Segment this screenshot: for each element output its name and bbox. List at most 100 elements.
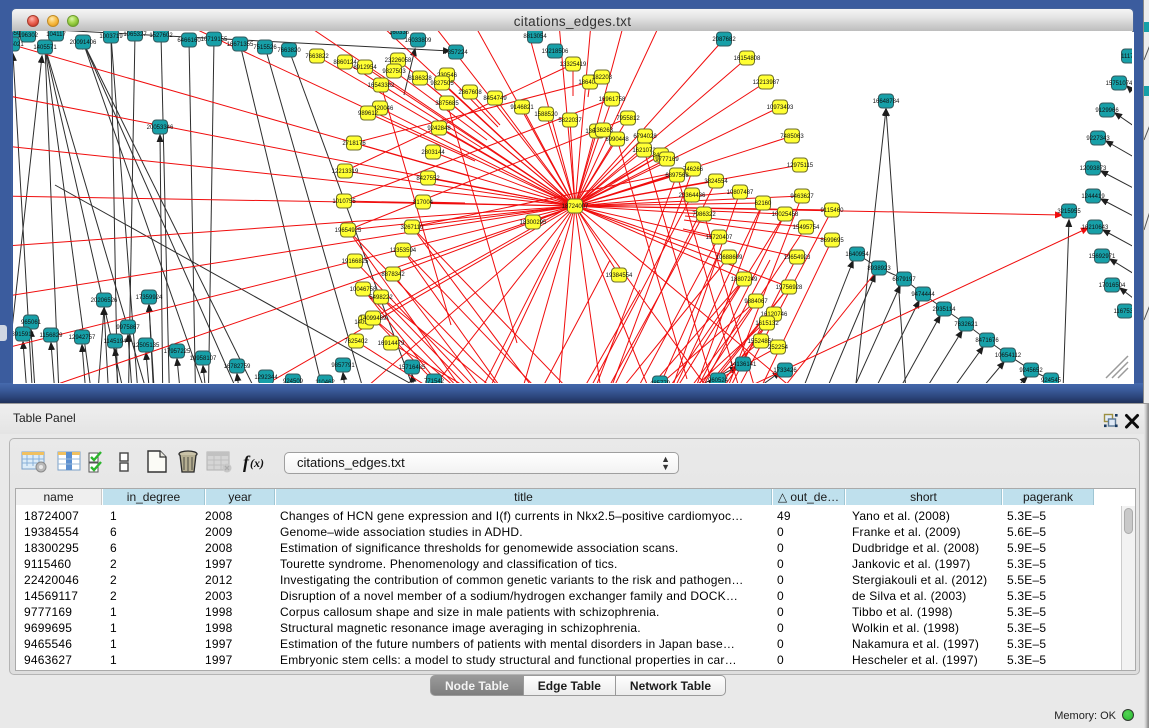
svg-text:6897568: 6897568: [665, 173, 689, 179]
svg-text:1003719: 1003719: [99, 34, 123, 40]
svg-text:3875685: 3875685: [435, 101, 459, 107]
svg-text:15716485: 15716485: [399, 365, 426, 371]
svg-text:12213987: 12213987: [753, 80, 780, 86]
svg-text:1527602: 1527602: [149, 33, 173, 39]
svg-text:16543382: 16543382: [368, 83, 395, 89]
svg-text:3915911: 3915911: [13, 332, 35, 338]
svg-text:1405571: 1405571: [33, 45, 57, 51]
svg-text:924545: 924545: [1041, 378, 1062, 383]
svg-text:965061: 965061: [21, 320, 42, 326]
svg-text:252254: 252254: [768, 345, 789, 351]
svg-text:10046758: 10046758: [350, 287, 377, 293]
svg-text:12975115: 12975115: [787, 163, 814, 169]
svg-text:7986322: 7986322: [692, 212, 716, 218]
svg-text:9463627: 9463627: [790, 194, 814, 200]
svg-text:23226058: 23226058: [385, 58, 412, 64]
svg-text:110462: 110462: [315, 380, 335, 383]
svg-text:5498222: 5498222: [369, 295, 393, 301]
svg-text:5822037: 5822037: [558, 118, 582, 124]
svg-text:(x): (x): [250, 456, 264, 470]
svg-text:7663820: 7663820: [277, 48, 301, 54]
svg-text:19384554: 19384554: [606, 273, 633, 279]
svg-text:20206526: 20206526: [91, 298, 118, 304]
svg-text:10807487: 10807487: [727, 190, 754, 196]
svg-text:1588520: 1588520: [534, 112, 558, 118]
svg-text:1010755: 1010755: [332, 199, 356, 205]
svg-text:1156829: 1156829: [40, 333, 64, 339]
svg-text:8454749: 8454749: [483, 96, 507, 102]
svg-text:9327503: 9327503: [382, 69, 406, 75]
svg-text:8938923: 8938923: [867, 266, 891, 272]
svg-text:20053346: 20053346: [147, 125, 174, 131]
svg-text:196302: 196302: [18, 33, 39, 39]
svg-text:1167533: 1167533: [1114, 309, 1132, 315]
svg-text:1065327: 1065327: [123, 32, 147, 38]
svg-text:12213319: 12213319: [332, 169, 359, 175]
svg-text:6794028: 6794028: [633, 134, 657, 140]
svg-text:13325419: 13325419: [560, 62, 587, 68]
svg-text:16648784: 16648784: [873, 99, 900, 105]
svg-text:9777169: 9777169: [655, 157, 679, 163]
svg-text:771542: 771542: [424, 379, 445, 383]
svg-text:11353594: 11353594: [390, 248, 417, 254]
svg-text:989612: 989612: [358, 111, 379, 117]
svg-text:960524: 960524: [708, 378, 729, 383]
svg-text:9245652: 9245652: [1019, 368, 1043, 374]
svg-text:10688609: 10688609: [716, 255, 743, 261]
svg-text:19654925: 19654925: [335, 228, 362, 234]
svg-text:9975867: 9975867: [116, 325, 140, 331]
svg-text:9115460: 9115460: [821, 208, 845, 214]
svg-text:924509: 924509: [283, 379, 304, 383]
svg-text:62160: 62160: [755, 201, 772, 207]
svg-text:7663822: 7663822: [305, 54, 329, 60]
svg-text:11174: 11174: [1121, 54, 1132, 60]
svg-text:14136141: 14136141: [730, 362, 757, 368]
svg-text:8699695: 8699695: [820, 238, 844, 244]
svg-text:817004: 817004: [413, 200, 434, 206]
svg-text:16154808: 16154808: [734, 56, 761, 62]
svg-text:10719155: 10719155: [201, 37, 228, 43]
svg-text:9474444: 9474444: [911, 292, 935, 298]
svg-text:18807249: 18807249: [731, 277, 758, 283]
svg-text:15692971: 15692971: [1089, 254, 1116, 260]
svg-text:16914479: 16914479: [378, 341, 405, 347]
svg-text:17359924: 17359924: [136, 295, 163, 301]
svg-text:12942757: 12942757: [69, 335, 96, 341]
svg-text:16961758: 16961758: [599, 97, 626, 103]
svg-text:2803144: 2803144: [421, 150, 445, 156]
svg-text:7485063: 7485063: [780, 134, 804, 140]
svg-text:1640954: 1640954: [845, 252, 869, 258]
svg-text:10654112: 10654112: [995, 353, 1022, 359]
svg-text:9884067: 9884067: [744, 299, 768, 305]
svg-text:3215955: 3215955: [1057, 209, 1081, 215]
svg-text:1865021: 1865021: [13, 42, 24, 48]
svg-text:14099489: 14099489: [360, 316, 387, 322]
svg-text:19756928: 19756928: [776, 285, 803, 291]
svg-text:18300295: 18300295: [520, 220, 547, 226]
svg-text:16033809: 16033809: [405, 38, 432, 44]
svg-text:19654923: 19654923: [784, 255, 811, 261]
svg-text:485779: 485779: [650, 381, 671, 383]
svg-text:10973493: 10973493: [767, 105, 794, 111]
svg-text:6879197: 6879197: [892, 277, 916, 283]
svg-text:8878342: 8878342: [381, 272, 405, 278]
svg-text:6466160: 6466160: [177, 38, 201, 44]
svg-text:16782759: 16782759: [224, 364, 251, 370]
svg-text:18724007: 18724007: [562, 204, 589, 210]
svg-text:19958107: 19958107: [190, 356, 217, 362]
svg-text:2718176: 2718176: [342, 141, 366, 147]
svg-text:8427552: 8427552: [416, 176, 440, 182]
svg-text:20364436: 20364436: [679, 193, 706, 199]
svg-text:9227343: 9227343: [1086, 136, 1110, 142]
svg-text:17016504: 17016504: [1099, 283, 1126, 289]
svg-text:19218506: 19218506: [542, 49, 569, 55]
svg-text:9327505: 9327505: [430, 81, 454, 87]
svg-text:1244419: 1244419: [1081, 194, 1105, 200]
svg-text:15720407: 15720407: [706, 235, 733, 241]
svg-text:1615132: 1615132: [755, 321, 779, 327]
svg-text:17957225: 17957225: [164, 349, 191, 355]
svg-text:16210643: 16210643: [1082, 225, 1109, 231]
svg-text:16671355: 16671355: [227, 42, 254, 48]
svg-text:6990448: 6990448: [605, 137, 629, 143]
svg-text:136263: 136263: [593, 128, 614, 134]
